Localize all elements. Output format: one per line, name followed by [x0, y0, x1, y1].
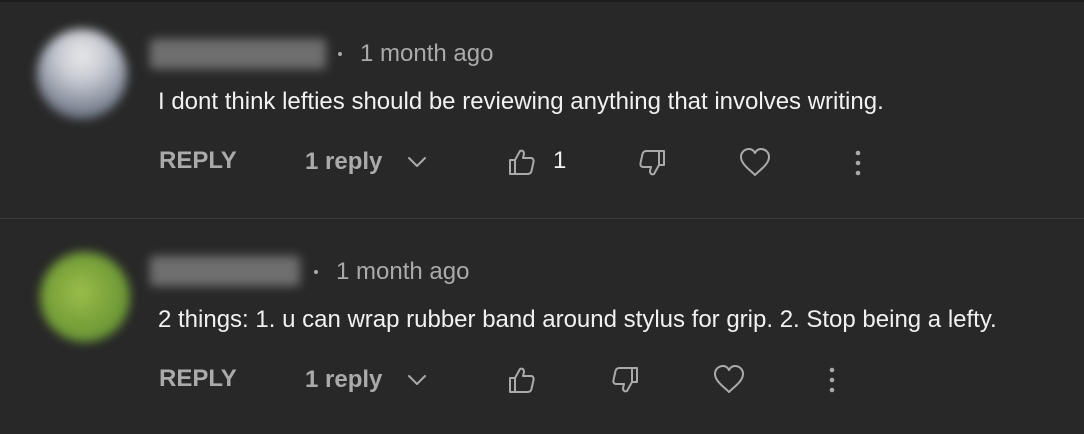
separator-dot — [314, 270, 318, 274]
comment-timestamp[interactable]: 1 month ago — [360, 39, 493, 69]
thumbs-up-icon[interactable] — [507, 365, 537, 395]
separator-dot — [338, 52, 342, 56]
avatar[interactable] — [40, 252, 130, 342]
thumbs-up-icon[interactable] — [507, 147, 537, 177]
comment-item: 1 month ago I dont think lefties should … — [0, 0, 1084, 218]
thumbs-down-icon[interactable] — [610, 365, 640, 395]
view-replies-button[interactable]: 1 reply — [305, 365, 382, 395]
more-vert-icon[interactable] — [852, 149, 864, 177]
comment-timestamp[interactable]: 1 month ago — [336, 257, 469, 287]
avatar[interactable] — [37, 29, 127, 119]
comment-text: 2 things: 1. u can wrap rubber band arou… — [158, 306, 997, 333]
username-redacted[interactable] — [150, 39, 326, 69]
comment-item: 1 month ago 2 things: 1. u can wrap rubb… — [0, 219, 1084, 434]
reply-button[interactable]: REPLY — [159, 364, 237, 394]
chevron-down-icon[interactable] — [406, 154, 428, 170]
view-replies-button[interactable]: 1 reply — [305, 147, 382, 177]
like-count: 1 — [553, 147, 567, 174]
reply-button[interactable]: REPLY — [159, 146, 237, 176]
heart-icon[interactable] — [738, 147, 772, 177]
chevron-down-icon[interactable] — [406, 372, 428, 388]
more-vert-icon[interactable] — [826, 366, 838, 394]
comment-text: I dont think lefties should be reviewing… — [158, 88, 884, 115]
username-redacted[interactable] — [150, 256, 300, 286]
heart-icon[interactable] — [712, 364, 746, 394]
thumbs-down-icon[interactable] — [637, 148, 667, 178]
